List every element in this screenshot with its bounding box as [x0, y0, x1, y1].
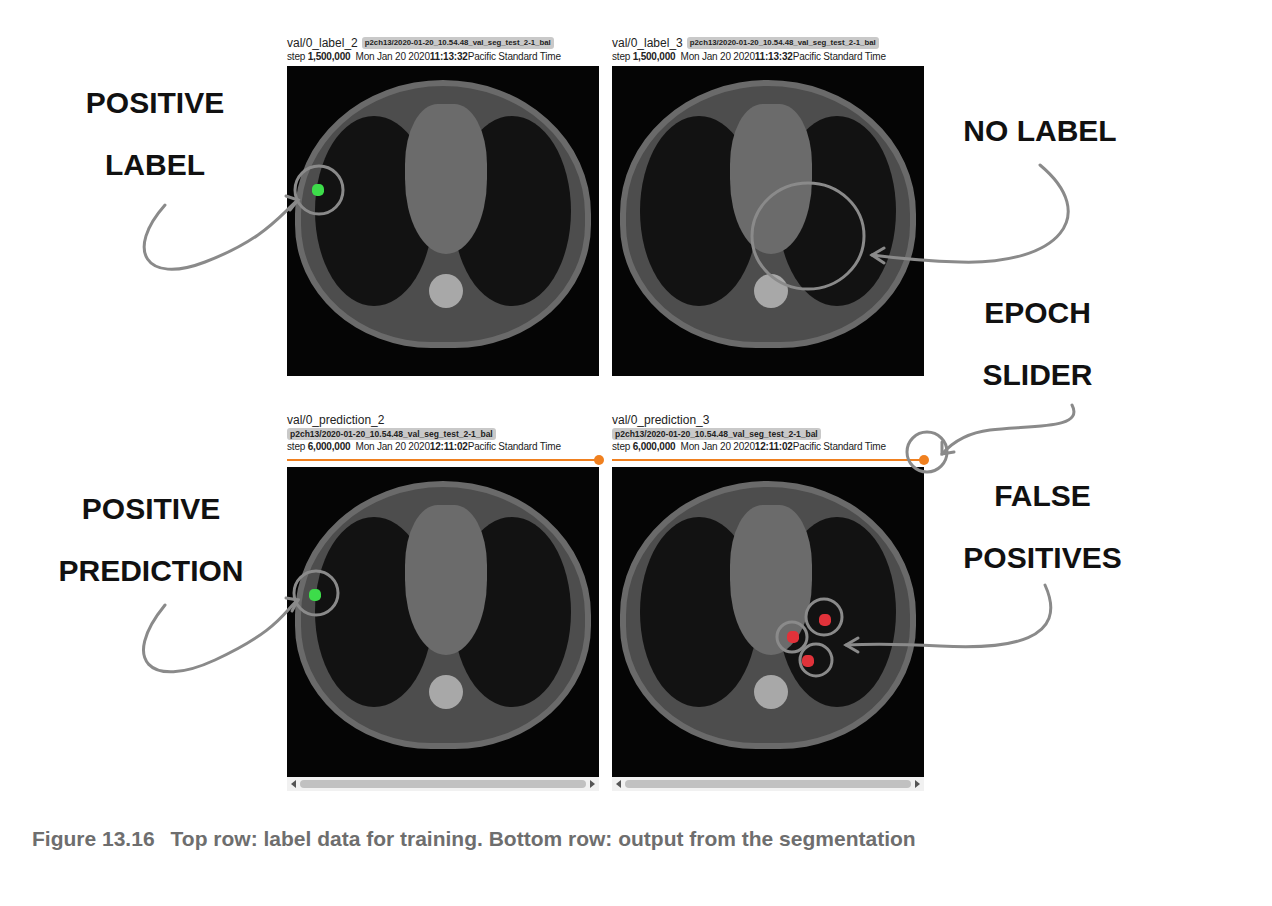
time: 12:11:02 — [430, 441, 468, 452]
annotation-line: EPOCH — [950, 282, 1125, 344]
annotation-line: POSITIVES — [930, 527, 1155, 589]
heart-shape — [405, 505, 487, 655]
title-row: val/0_label_3 p2ch13/2020-01-20_10.54.48_… — [612, 36, 924, 50]
panel-header: val/0_label_3 p2ch13/2020-01-20_10.54.48_… — [612, 36, 924, 66]
scrollbar[interactable] — [287, 777, 599, 791]
ct-image — [287, 66, 599, 376]
run-chip: p2ch13/2020-01-20_10.54.48_val_seg_test_… — [612, 428, 821, 440]
annotation-line: LABEL — [60, 134, 250, 196]
run-chip: p2ch13/2020-01-20_10.54.48_val_seg_test_… — [287, 428, 496, 440]
step-line: step 1,500,000 Mon Jan 20 202011:13:32Pa… — [612, 50, 924, 64]
run-chip: p2ch13/2020-01-20_10.54.48_val_seg_test_… — [687, 37, 879, 49]
step-value: 1,500,000 — [308, 51, 351, 62]
epoch-slider[interactable] — [612, 459, 924, 461]
step-word: step — [612, 51, 633, 62]
image-panel: val/0_label_3 p2ch13/2020-01-20_10.54.48_… — [612, 36, 924, 376]
ct-image — [287, 467, 599, 777]
time: 12:11:02 — [755, 441, 793, 452]
segmentation-mark — [787, 631, 799, 643]
annotation-line: POSITIVE — [26, 478, 276, 540]
date: Mon Jan 20 2020 — [675, 51, 754, 62]
body-shape — [620, 80, 916, 348]
slider-knob[interactable] — [594, 455, 604, 465]
panel-title: val/0_prediction_3 — [612, 413, 709, 427]
slider-fill — [612, 459, 924, 461]
annotation-line: FALSE — [930, 465, 1155, 527]
body-shape — [295, 481, 591, 749]
panel-header: val/0_prediction_3p2ch13/2020-01-20_10.5… — [612, 413, 924, 467]
spine-shape — [754, 675, 788, 709]
segmentation-mark — [802, 655, 814, 667]
figure-caption: Figure 13.16 Top row: label data for trai… — [0, 791, 1272, 851]
ct-image — [612, 467, 924, 777]
step-word: step — [287, 441, 308, 452]
scroll-left-icon[interactable] — [291, 780, 296, 788]
spine-shape — [754, 274, 788, 308]
segmentation-mark — [309, 589, 321, 601]
epoch-slider[interactable] — [287, 459, 599, 461]
date: Mon Jan 20 2020 — [675, 441, 754, 452]
spine-shape — [429, 675, 463, 709]
time: 11:13:32 — [755, 51, 793, 62]
image-panel: val/0_prediction_2p2ch13/2020-01-20_10.5… — [287, 413, 599, 791]
annotation-label: POSITIVELABEL — [60, 72, 250, 196]
scroll-right-icon[interactable] — [915, 780, 920, 788]
annotation-label: EPOCHSLIDER — [950, 282, 1125, 406]
title-row: val/0_prediction_2p2ch13/2020-01-20_10.5… — [287, 413, 599, 440]
scroll-right-icon[interactable] — [590, 780, 595, 788]
body-shape — [620, 481, 916, 749]
annotation-line: POSITIVE — [60, 72, 250, 134]
step-line: step 1,500,000 Mon Jan 20 202011:13:32Pa… — [287, 50, 599, 64]
ct-image — [612, 66, 924, 376]
time: 11:13:32 — [430, 51, 468, 62]
segmentation-mark — [312, 184, 324, 196]
heart-shape — [730, 505, 812, 655]
time-zone: Pacific Standard Time — [468, 441, 561, 452]
step-value: 1,500,000 — [633, 51, 676, 62]
annotation-label: FALSEPOSITIVES — [930, 465, 1155, 589]
figure-page: val/0_label_2 p2ch13/2020-01-20_10.54.48_… — [0, 0, 1272, 906]
heart-shape — [405, 104, 487, 254]
annotation-line: PREDICTION — [26, 540, 276, 602]
body-shape — [295, 80, 591, 348]
time-zone: Pacific Standard Time — [468, 51, 561, 62]
step-value: 6,000,000 — [308, 441, 351, 452]
scroll-thumb[interactable] — [625, 780, 911, 788]
panel-header: val/0_label_2 p2ch13/2020-01-20_10.54.48_… — [287, 36, 599, 66]
scrollbar[interactable] — [612, 777, 924, 791]
date: Mon Jan 20 2020 — [350, 441, 429, 452]
image-panel: val/0_label_2 p2ch13/2020-01-20_10.54.48_… — [287, 36, 599, 376]
slider-fill — [287, 459, 599, 461]
step-value: 6,000,000 — [633, 441, 676, 452]
step-word: step — [287, 51, 308, 62]
annotation-label: POSITIVEPREDICTION — [26, 478, 276, 602]
image-panel: val/0_prediction_3p2ch13/2020-01-20_10.5… — [612, 413, 924, 791]
spine-shape — [429, 274, 463, 308]
panel-title: val/0_label_2 — [287, 36, 358, 50]
annotation-label: NO LABEL — [930, 100, 1150, 162]
segmentation-mark — [819, 614, 831, 626]
time-zone: Pacific Standard Time — [793, 441, 886, 452]
caption-number: Figure 13.16 — [32, 827, 155, 850]
panel-title: val/0_prediction_2 — [287, 413, 384, 427]
annotation-line: NO LABEL — [930, 100, 1150, 162]
caption-text: Top row: label data for training. Bottom… — [171, 827, 916, 850]
panel-header: val/0_prediction_2p2ch13/2020-01-20_10.5… — [287, 413, 599, 467]
panel-title: val/0_label_3 — [612, 36, 683, 50]
date: Mon Jan 20 2020 — [350, 51, 429, 62]
run-chip: p2ch13/2020-01-20_10.54.48_val_seg_test_… — [362, 37, 554, 49]
step-word: step — [612, 441, 633, 452]
time-zone: Pacific Standard Time — [793, 51, 886, 62]
scroll-thumb[interactable] — [300, 780, 586, 788]
heart-shape — [730, 104, 812, 254]
scroll-left-icon[interactable] — [616, 780, 621, 788]
title-row: val/0_prediction_3p2ch13/2020-01-20_10.5… — [612, 413, 924, 440]
annotation-line: SLIDER — [950, 344, 1125, 406]
title-row: val/0_label_2 p2ch13/2020-01-20_10.54.48_… — [287, 36, 599, 50]
step-line: step 6,000,000 Mon Jan 20 202012:11:02Pa… — [612, 440, 924, 454]
step-line: step 6,000,000 Mon Jan 20 202012:11:02Pa… — [287, 440, 599, 454]
slider-knob[interactable] — [919, 455, 929, 465]
